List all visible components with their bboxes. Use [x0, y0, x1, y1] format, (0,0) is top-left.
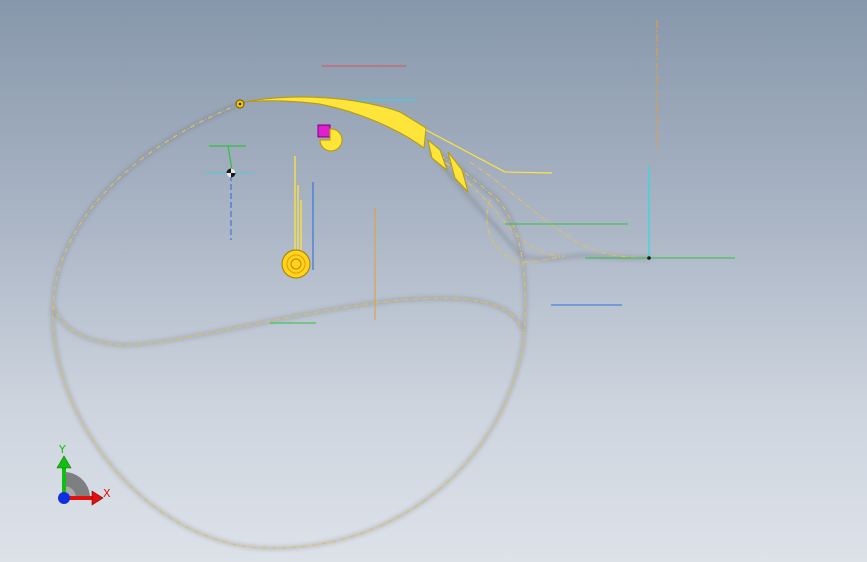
tail-lead-curve[interactable] — [469, 161, 651, 259]
blade-feature[interactable] — [243, 96, 553, 193]
tail-spline[interactable] — [429, 149, 561, 257]
reference-lines — [270, 20, 735, 324]
model-scene[interactable]: Y X — [0, 0, 867, 562]
inner-wave-curve[interactable] — [52, 297, 524, 346]
sketch-curves[interactable] — [52, 103, 651, 549]
triad-y-label: Y — [58, 443, 66, 456]
endpoint-marker[interactable] — [647, 256, 651, 260]
knob-feature[interactable] — [281, 156, 314, 279]
selected-point-marker[interactable] — [317, 124, 343, 152]
triad-x-label: X — [103, 487, 111, 500]
sketch-curve-shadows — [51, 102, 651, 550]
blade-fin-1[interactable] — [427, 138, 449, 172]
origin-point-icon[interactable] — [205, 145, 253, 240]
graphics-viewport[interactable]: Y X — [0, 0, 867, 562]
coordinate-triad-icon: Y X — [56, 443, 111, 506]
arc-start-point[interactable] — [235, 99, 245, 109]
sketch-point-icon[interactable] — [317, 124, 331, 138]
